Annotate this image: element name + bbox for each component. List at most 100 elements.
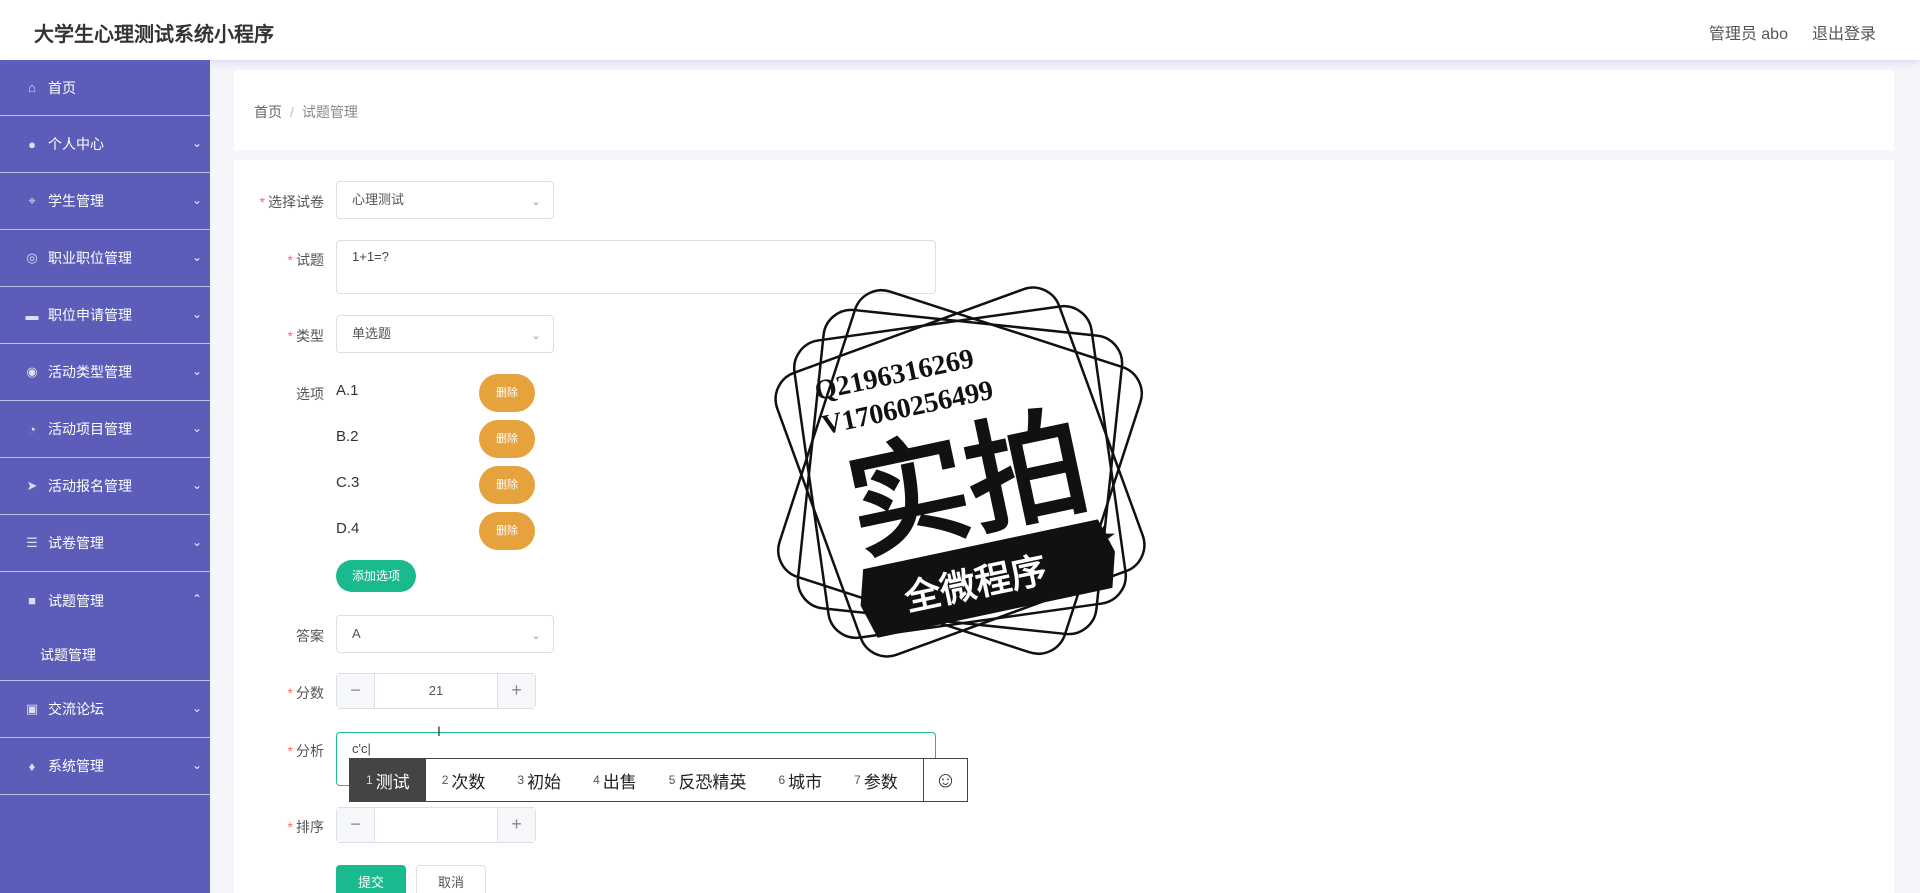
sidebar-item-activity-project[interactable]: ◔ 活动项目管理 ⌄ (0, 401, 210, 458)
breadcrumb-home[interactable]: 首页 (254, 104, 282, 120)
header-actions: 管理员 abo 退出登录 (1709, 20, 1876, 44)
top-header: 大学生心理测试系统小程序 管理员 abo 退出登录 (0, 0, 1920, 60)
logout-link[interactable]: 退出登录 (1812, 20, 1876, 44)
order-increment-button[interactable]: + (497, 808, 535, 842)
chevron-down-icon: ⌄ (530, 194, 541, 208)
paper-label: * 选择试卷 (259, 194, 324, 210)
cancel-button[interactable]: 取消 (416, 865, 486, 893)
monitor-icon: ▬ (25, 307, 39, 323)
option-a-text: A.1 (336, 382, 359, 399)
order-label: * 排序 (287, 819, 324, 835)
watermark-stamp: Q2196316269 V17060256499 实拍 全微程序 ★ ★ (774, 286, 1146, 658)
sidebar-item-label: 学生管理 (48, 193, 104, 209)
chevron-down-icon: ⌄ (192, 136, 203, 150)
ime-candidate-bar: 1 测试 2 次数 3 初始 4 出售 5 反恐精英 6 城市 7 参数 ☺ (349, 758, 968, 802)
order-decrement-button[interactable]: − (337, 808, 375, 842)
breadcrumb-card: 首页 / 试题管理 (234, 70, 1894, 150)
option-d-text: D.4 (336, 520, 360, 537)
list-icon: ☰ (26, 535, 38, 550)
ime-candidate[interactable]: 1 测试 (350, 759, 426, 801)
sidebar-item-student-management[interactable]: ⌖ 学生管理 ⌄ (0, 173, 210, 230)
emoji-icon[interactable]: ☺ (923, 759, 967, 801)
compass-icon: ◉ (26, 364, 38, 379)
score-increment-button[interactable]: + (497, 674, 535, 708)
briefcase-icon: ■ (28, 593, 36, 608)
ime-candidate[interactable]: 2 次数 (426, 759, 502, 801)
sidebar-item-label: 活动项目管理 (48, 421, 132, 437)
delete-option-button[interactable]: 删除 (479, 420, 535, 458)
option-c-text: C.3 (336, 474, 360, 491)
chevron-down-icon: ⌄ (192, 758, 203, 772)
star-icon: ★ (860, 576, 887, 609)
ime-candidate[interactable]: 3 初始 (501, 759, 577, 801)
paper-select[interactable]: 心理测试 ⌄ (336, 181, 554, 219)
ime-candidate[interactable]: 5 反恐精英 (653, 759, 763, 801)
sidebar-item-label: 首页 (48, 79, 76, 96)
breadcrumb-separator: / (290, 104, 294, 120)
text-cursor-icon: I (437, 723, 441, 739)
sidebar-item-personal-center[interactable]: ● 个人中心 ⌄ (0, 116, 210, 173)
order-input[interactable] (375, 808, 497, 842)
chevron-down-icon: ⌄ (192, 307, 203, 321)
home-icon: ⌂ (28, 80, 36, 95)
ime-candidate[interactable]: 7 参数 (838, 759, 914, 801)
sidebar-item-label: 职业职位管理 (48, 250, 132, 266)
sidebar-item-forum[interactable]: ▣ 交流论坛 ⌄ (0, 681, 210, 738)
student-icon: ⌖ (28, 193, 36, 208)
delete-option-button[interactable]: 删除 (479, 512, 535, 550)
chevron-down-icon: ⌄ (192, 250, 203, 264)
chevron-down-icon: ⌄ (192, 364, 203, 378)
delete-option-button[interactable]: 删除 (479, 374, 535, 412)
user-icon: ● (28, 136, 36, 152)
chevron-down-icon: ⌄ (192, 701, 203, 715)
sidebar-item-label: 试题管理 (48, 592, 104, 609)
type-select[interactable]: 单选题 ⌄ (336, 315, 554, 353)
paper-select-value: 心理测试 (352, 192, 405, 207)
chevron-up-icon: ⌃ (192, 592, 203, 606)
answer-select[interactable]: A ⌄ (336, 615, 554, 653)
sidebar-item-label: 活动类型管理 (48, 364, 132, 380)
app-title: 大学生心理测试系统小程序 (34, 24, 274, 46)
sidebar-item-activity-signup[interactable]: ➤ 活动报名管理 ⌄ (0, 458, 210, 515)
order-stepper[interactable]: − + (336, 807, 536, 843)
star-icon: ★ (1090, 521, 1117, 554)
add-option-button[interactable]: 添加选项 (336, 560, 416, 592)
chevron-down-icon: ⌄ (192, 421, 203, 435)
type-select-value: 单选题 (352, 326, 392, 341)
sidebar-item-system-management[interactable]: ♦ 系统管理 ⌄ (0, 738, 210, 795)
score-label: * 分数 (287, 685, 324, 701)
sidebar-item-question-management[interactable]: ■ 试题管理 ⌃ (0, 572, 210, 629)
ime-candidate[interactable]: 4 出售 (577, 759, 653, 801)
score-decrement-button[interactable]: − (337, 674, 375, 708)
chevron-down-icon: ⌄ (192, 478, 203, 492)
chevron-down-icon: ⌄ (192, 535, 203, 549)
chevron-down-icon: ⌄ (530, 328, 541, 342)
send-icon: ➤ (26, 478, 38, 493)
answer-label: 答案 (296, 628, 324, 644)
sidebar-item-career-position[interactable]: ◎ 职业职位管理 ⌄ (0, 230, 210, 287)
sidebar: ⌂ 首页 ● 个人中心 ⌄ ⌖ 学生管理 ⌄ ◎ 职业职位管理 ⌄ ▬ 职位申请… (0, 60, 210, 893)
options-label: 选项 (296, 386, 324, 402)
sidebar-item-label: 交流论坛 (48, 701, 104, 717)
breadcrumb-current: 试题管理 (301, 104, 358, 120)
answer-select-value: A (352, 626, 361, 641)
type-label: * 类型 (287, 328, 324, 344)
breadcrumb: 首页 / 试题管理 (254, 102, 358, 122)
sidebar-item-label: 职位申请管理 (48, 307, 132, 323)
score-stepper[interactable]: − 21 + (336, 673, 536, 709)
sidebar-subitem-question-management[interactable]: 试题管理 (0, 629, 210, 681)
sidebar-item-label: 个人中心 (48, 136, 104, 152)
submit-button[interactable]: 提交 (336, 865, 406, 893)
score-input[interactable]: 21 (375, 674, 497, 708)
admin-user-label[interactable]: 管理员 abo (1709, 20, 1788, 44)
sidebar-item-paper-management[interactable]: ☰ 试卷管理 ⌄ (0, 515, 210, 572)
question-label: * 试题 (287, 252, 324, 268)
sidebar-item-activity-type[interactable]: ◉ 活动类型管理 ⌄ (0, 344, 210, 401)
sidebar-item-position-application[interactable]: ▬ 职位申请管理 ⌄ (0, 287, 210, 344)
delete-option-button[interactable]: 删除 (479, 466, 535, 504)
sidebar-item-home[interactable]: ⌂ 首页 (0, 60, 210, 116)
analysis-label: *c'c|分析 (287, 743, 324, 759)
target-icon: ◎ (26, 250, 38, 265)
ime-candidate[interactable]: 6 城市 (762, 759, 838, 801)
clipboard-icon: ▣ (25, 701, 39, 716)
